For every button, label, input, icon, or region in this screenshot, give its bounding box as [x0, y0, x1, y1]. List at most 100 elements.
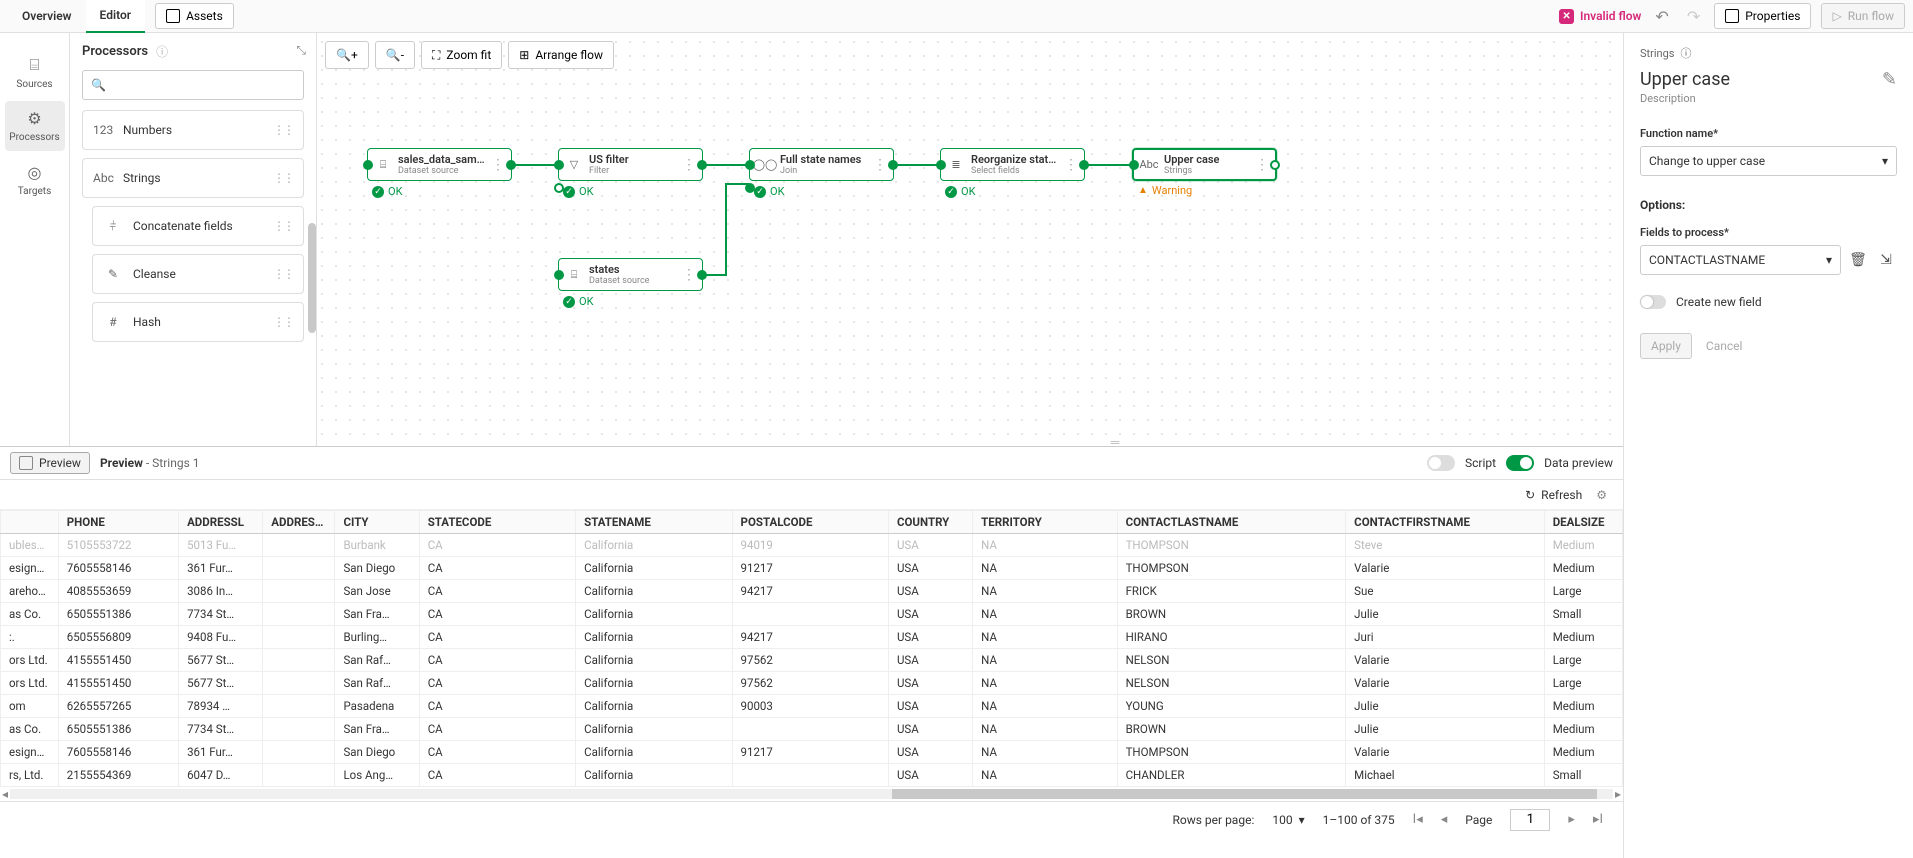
column-header[interactable]: CONTACTFIRSTNAME — [1346, 511, 1545, 534]
column-header[interactable]: TERRITORY — [973, 511, 1117, 534]
column-header[interactable]: STATENAME — [576, 511, 732, 534]
cancel-button[interactable]: Cancel — [1706, 333, 1743, 359]
first-page-icon[interactable]: I◂ — [1413, 812, 1423, 827]
output-port[interactable] — [697, 270, 707, 280]
run-flow-button[interactable]: ▷ Run flow — [1821, 3, 1905, 29]
collapse-icon[interactable]: ⤡ — [296, 43, 306, 58]
flow-node[interactable]: ▽ US filter Filter ⋮ OK — [558, 148, 703, 181]
table-row[interactable]: esign…7605558146361 Fur…San DiegoCACalif… — [1, 557, 1623, 580]
tab-overview[interactable]: Overview — [8, 0, 86, 33]
rail-sources[interactable]: ⌸ Sources — [5, 47, 65, 97]
info-icon[interactable]: ⓘ — [1680, 45, 1691, 61]
help-icon[interactable]: ⓘ — [156, 43, 168, 60]
arrange-button[interactable]: ⊞ Arrange flow — [508, 41, 614, 69]
input-port[interactable] — [363, 160, 373, 170]
search-input[interactable]: 🔍 — [82, 70, 304, 100]
node-menu-icon[interactable]: ⋮ — [491, 157, 505, 173]
node-menu-icon[interactable]: ⋮ — [682, 157, 696, 173]
table-row[interactable]: as Co.65055513867734 St…San Fra…CACalifo… — [1, 718, 1623, 741]
zoom-in-button[interactable]: 🔍+ — [325, 41, 369, 69]
column-header[interactable]: PHONE — [58, 511, 178, 534]
output-port[interactable] — [697, 160, 707, 170]
prev-page-icon[interactable]: ◂ — [1441, 812, 1448, 827]
horizontal-scrollbar[interactable]: ◂ ▸ — [0, 787, 1623, 801]
drag-handle-icon[interactable]: ⋮⋮ — [273, 267, 293, 281]
column-header[interactable]: CITY — [335, 511, 419, 534]
input-port[interactable] — [1129, 160, 1139, 170]
node-menu-icon[interactable]: ⋮ — [1255, 157, 1269, 173]
page-input[interactable] — [1510, 809, 1550, 831]
table-row[interactable]: :.65055568099408 Fu…Burling…CACalifornia… — [1, 626, 1623, 649]
flow-node[interactable]: ⌸ sales_data_sample Dataset source ⋮ OK — [367, 148, 512, 181]
column-header[interactable]: DEALSIZE — [1544, 511, 1622, 534]
input-port[interactable] — [936, 160, 946, 170]
node-menu-icon[interactable]: ⋮ — [682, 267, 696, 283]
rail-processors[interactable]: ⚙ Processors — [5, 101, 65, 151]
next-page-icon[interactable]: ▸ — [1568, 812, 1575, 827]
refresh-button[interactable]: ↻ Refresh — [1525, 488, 1582, 502]
table-row[interactable]: ors Ltd.41555514505677 St…San Raf…CACali… — [1, 649, 1623, 672]
table-row[interactable]: areho…40855536593086 In…San JoseCACalifo… — [1, 580, 1623, 603]
processor-item[interactable]: Abc Strings ⋮⋮ — [82, 158, 304, 198]
table-row[interactable]: ubles…51055537225013 Fu…BurbankCACalifor… — [1, 534, 1623, 557]
delete-icon[interactable]: 🗑 — [1847, 252, 1869, 268]
flow-node[interactable]: Abc Upper case Strings ⋮ Warning — [1132, 148, 1277, 181]
table-row[interactable]: om626555726578934 …PasadenaCACalifornia9… — [1, 695, 1623, 718]
zoom-out-button[interactable]: 🔍- — [375, 41, 415, 69]
function-name-select[interactable]: Change to upper case ▾ — [1640, 146, 1897, 176]
resize-handle[interactable]: ═ — [1100, 440, 1130, 444]
column-header[interactable]: ADDRESSL — [179, 511, 263, 534]
output-port[interactable] — [888, 160, 898, 170]
node-menu-icon[interactable]: ⋮ — [1064, 157, 1078, 173]
data-preview-toggle[interactable] — [1506, 455, 1534, 471]
scrollbar[interactable] — [308, 223, 316, 333]
column-header[interactable]: ADDRESSL — [263, 511, 335, 534]
extra-port[interactable] — [745, 183, 755, 193]
rpp-select[interactable]: 100 ▾ — [1272, 813, 1304, 827]
table-row[interactable]: rs, Ltd.21555543696047 D…Los Ang…CACalif… — [1, 764, 1623, 787]
table-row[interactable]: esign…7605558146361 Fur…San DiegoCACalif… — [1, 741, 1623, 764]
column-header[interactable]: CONTACTLASTNAME — [1117, 511, 1346, 534]
flow-node[interactable]: ≣ Reorganize states f... Select fields ⋮… — [940, 148, 1085, 181]
input-port[interactable] — [554, 160, 564, 170]
column-header[interactable]: POSTALCODE — [732, 511, 888, 534]
processor-item[interactable]: # Hash ⋮⋮ — [92, 302, 304, 342]
input-port[interactable] — [745, 160, 755, 170]
input-port[interactable] — [554, 270, 564, 280]
tab-editor[interactable]: Editor — [86, 0, 146, 33]
add-field-icon[interactable]: ⇲ — [1875, 252, 1897, 268]
drag-handle-icon[interactable]: ⋮⋮ — [273, 219, 293, 233]
preview-badge[interactable]: Preview — [10, 452, 90, 474]
processor-item[interactable]: ⫩ Concatenate fields ⋮⋮ — [92, 206, 304, 246]
zoom-fit-button[interactable]: ⛶ Zoom fit — [421, 41, 502, 69]
script-toggle[interactable] — [1427, 455, 1455, 471]
column-header[interactable]: COUNTRY — [888, 511, 972, 534]
drag-handle-icon[interactable]: ⋮⋮ — [273, 171, 293, 185]
output-port[interactable] — [1079, 160, 1089, 170]
last-page-icon[interactable]: ▸I — [1593, 812, 1603, 827]
drag-handle-icon[interactable]: ⋮⋮ — [273, 123, 293, 137]
settings-icon[interactable]: ⚙ — [1596, 488, 1607, 502]
extra-port[interactable] — [554, 183, 564, 193]
table-row[interactable]: ors Ltd.41555514505677 St…San Raf…CACali… — [1, 672, 1623, 695]
create-field-toggle[interactable] — [1640, 295, 1666, 309]
rail-targets[interactable]: ◎ Targets — [5, 155, 65, 205]
fields-select[interactable]: CONTACTLASTNAME ▾ — [1640, 245, 1841, 275]
redo-icon[interactable]: ↷ — [1683, 7, 1704, 26]
edit-icon[interactable]: ✎ — [1882, 69, 1897, 90]
column-header[interactable]: STATECODE — [419, 511, 575, 534]
flow-node[interactable]: ◯◯ Full state names Join ⋮ OK — [749, 148, 894, 181]
processor-item[interactable]: 123 Numbers ⋮⋮ — [82, 110, 304, 150]
processor-item[interactable]: ✎ Cleanse ⋮⋮ — [92, 254, 304, 294]
flow-node[interactable]: ⌸ states Dataset source ⋮ OK — [558, 258, 703, 291]
output-port[interactable] — [1270, 160, 1280, 170]
table-row[interactable]: as Co.65055513867734 St…San Fra…CACalifo… — [1, 603, 1623, 626]
output-port[interactable] — [506, 160, 516, 170]
properties-button[interactable]: Properties — [1714, 3, 1811, 29]
column-header[interactable] — [1, 511, 59, 534]
node-menu-icon[interactable]: ⋮ — [873, 157, 887, 173]
assets-button[interactable]: Assets — [155, 3, 234, 29]
drag-handle-icon[interactable]: ⋮⋮ — [273, 315, 293, 329]
apply-button[interactable]: Apply — [1640, 333, 1692, 359]
undo-icon[interactable]: ↶ — [1651, 7, 1672, 26]
